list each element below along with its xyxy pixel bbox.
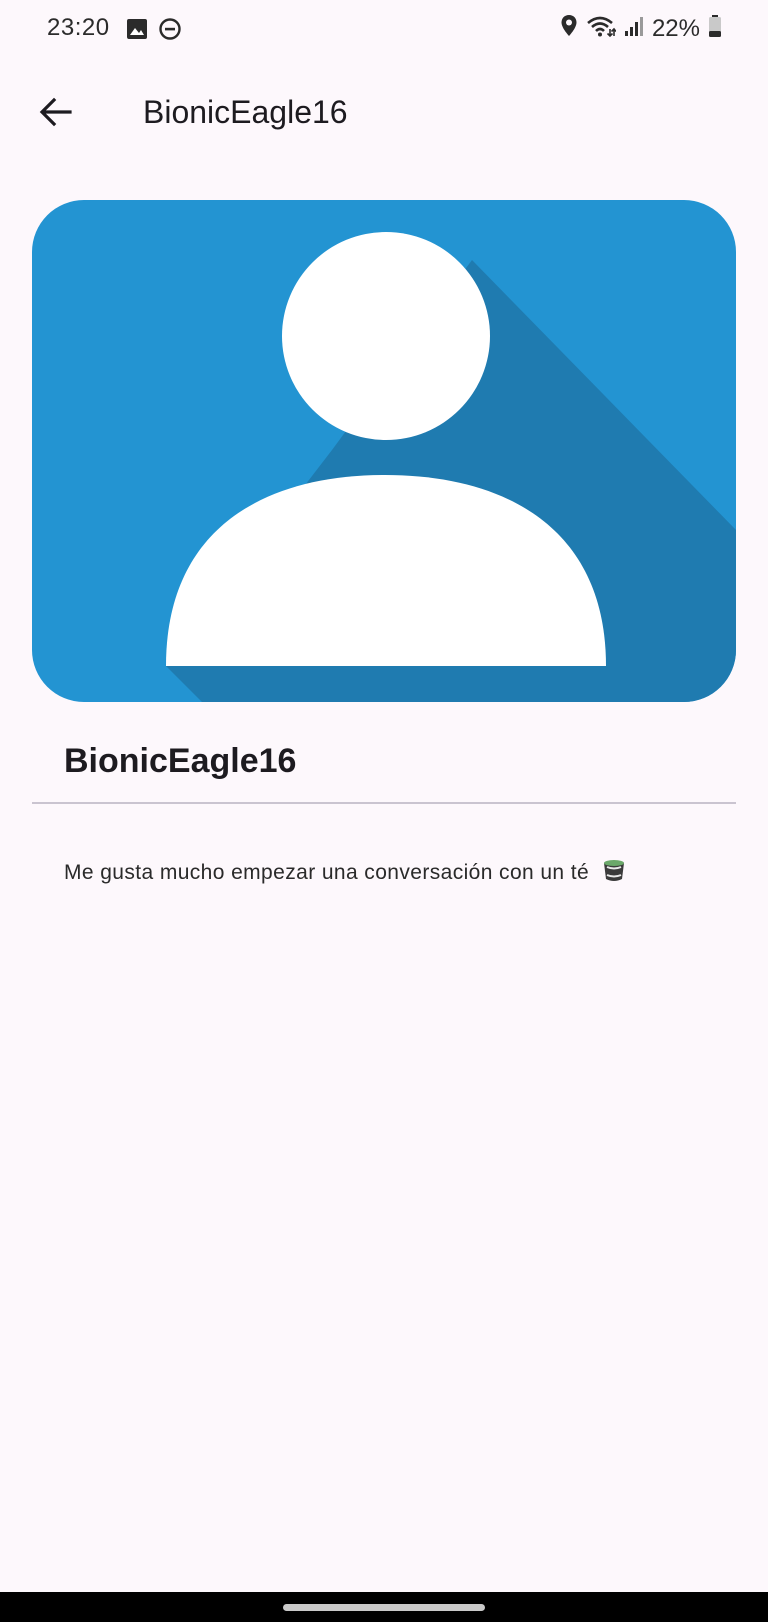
back-button[interactable] [28, 86, 84, 142]
status-time: 23:20 [47, 14, 110, 41]
person-icon [32, 200, 736, 702]
do-not-disturb-icon [158, 17, 182, 46]
status-right-icons: 22% [560, 14, 722, 43]
battery-icon [708, 14, 722, 43]
profile-avatar [32, 200, 736, 702]
arrow-back-icon [38, 94, 74, 135]
status-left-icons [126, 17, 182, 46]
page-title: BionicEagle16 [143, 94, 348, 130]
teacup-icon [601, 858, 627, 890]
profile-bio: Me gusta mucho empezar una conversación … [64, 858, 627, 890]
location-icon [560, 14, 578, 43]
bio-text: Me gusta mucho empezar una conversación … [64, 861, 590, 884]
battery-percent: 22% [651, 14, 700, 42]
divider [32, 802, 736, 804]
wifi-icon [586, 14, 617, 43]
profile-name: BionicEagle16 [64, 742, 297, 780]
home-indicator[interactable] [283, 1604, 485, 1611]
signal-icon [624, 14, 644, 43]
system-nav-bar [0, 1592, 768, 1622]
app-bar: BionicEagle16 [0, 80, 768, 148]
status-bar: 23:20 22% [0, 0, 768, 62]
image-icon [126, 18, 148, 45]
